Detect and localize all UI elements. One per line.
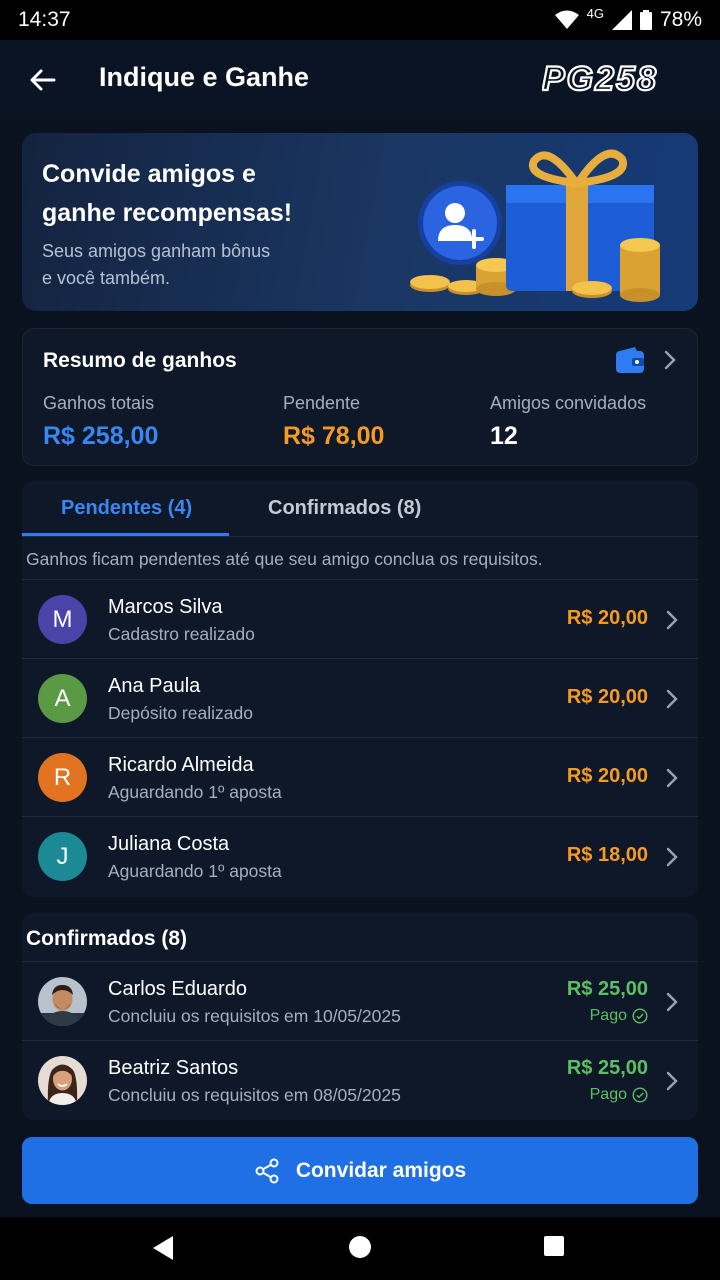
friend-status: Depósito realizado — [108, 703, 253, 723]
list-item[interactable]: J Juliana Costa Aguardando 1º aposta R$ … — [22, 816, 698, 895]
tab-confirmed[interactable]: Confirmados (8) — [268, 497, 421, 520]
referrals-panel: Pendentes (4) Confirmados (8) Ganhos fic… — [22, 481, 698, 897]
friend-status: Cadastro realizado — [108, 624, 255, 644]
avatar: J — [38, 832, 87, 881]
stat-label: Amigos convidados — [490, 393, 647, 413]
chevron-right-icon — [666, 992, 678, 1012]
friend-name: Ana Paula — [108, 675, 201, 697]
stat-value: R$ 258,00 — [43, 422, 159, 450]
list-item[interactable]: Beatriz Santos Concluiu os requisitos em… — [22, 1040, 698, 1119]
chevron-right-icon — [666, 1071, 678, 1091]
pending-info-note: Ganhos ficam pendentes até que seu amigo… — [26, 549, 543, 569]
chevron-right-icon — [666, 768, 678, 788]
share-icon — [255, 1158, 279, 1183]
brand-logo: PG258 — [542, 62, 658, 94]
summary-title: Resumo de ganhos — [43, 349, 237, 372]
invite-friends-label: Convidar amigos — [295, 1158, 467, 1182]
tab-bar: Pendentes (4) Confirmados (8) — [22, 481, 698, 537]
signal-icon — [611, 10, 632, 30]
chevron-right-icon — [666, 689, 678, 709]
invite-friends-button[interactable]: Convidar amigos — [22, 1137, 698, 1204]
hero-subtitle: Seus amigos ganham bônus e você também. — [42, 241, 271, 288]
pending-amount: R$ 20,00 — [566, 607, 648, 629]
avatar: M — [38, 595, 87, 644]
paid-label: Pago — [589, 1086, 627, 1103]
friend-status: Aguardando 1º aposta — [108, 782, 282, 802]
system-nav-bar — [0, 1217, 720, 1280]
list-item[interactable]: M Marcos Silva Cadastro realizado R$ 20,… — [22, 579, 698, 658]
confirmed-title: Confirmados (8) — [26, 927, 188, 950]
pending-list: M Marcos Silva Cadastro realizado R$ 20,… — [22, 579, 698, 895]
status-bar: 14:37 4G 78% — [0, 0, 720, 40]
hero-banner: Convide amigos e ganhe recompensas! Seus… — [22, 133, 698, 311]
wifi-icon — [554, 10, 579, 29]
network-type: 4G — [586, 5, 604, 21]
nav-recents-icon[interactable] — [543, 1235, 565, 1257]
battery-level: 78% — [659, 8, 702, 31]
pending-amount: R$ 20,00 — [566, 765, 648, 787]
nav-home-icon[interactable] — [348, 1235, 372, 1259]
brand-logo-text: PG258 — [542, 62, 658, 94]
pending-amount: R$ 18,00 — [566, 844, 648, 866]
battery-icon — [639, 10, 652, 30]
status-time: 14:37 — [18, 8, 71, 31]
earnings-summary-card[interactable]: Resumo de ganhos Ganhos totais R$ 258,00… — [22, 328, 698, 466]
confirmed-list: Carlos Eduardo Concluiu os requisitos em… — [22, 961, 698, 1119]
paid-badge: Pago — [590, 1007, 648, 1025]
friend-status: Aguardando 1º aposta — [108, 861, 282, 881]
avatar: R — [38, 753, 87, 802]
back-arrow-icon[interactable] — [26, 64, 58, 96]
friend-status: Concluiu os requisitos em 10/05/2025 — [108, 1006, 401, 1026]
avatar — [38, 1056, 87, 1105]
chevron-right-icon — [666, 610, 678, 630]
chevron-right-icon[interactable] — [663, 349, 677, 371]
gift-coins-illustration — [410, 149, 660, 302]
paid-label: Pago — [589, 1007, 627, 1024]
friend-status: Concluiu os requisitos em 08/05/2025 — [108, 1085, 401, 1105]
stat-label: Pendente — [283, 393, 361, 413]
status-icons: 4G 78% — [554, 5, 702, 32]
stat-pending: Pendente R$ 78,00 — [283, 393, 384, 451]
friend-name: Juliana Costa — [108, 833, 230, 855]
friend-name: Carlos Eduardo — [108, 978, 247, 1000]
confirmed-amount: R$ 25,00 — [566, 1057, 648, 1079]
avatar — [38, 977, 87, 1026]
friend-name: Ricardo Almeida — [108, 754, 254, 776]
paid-badge: Pago — [590, 1086, 648, 1104]
hero-title: Convide amigos e ganhe recompensas! — [42, 160, 293, 227]
friend-name: Marcos Silva — [108, 596, 223, 618]
app-bar: Indique e Ganhe PG258 — [0, 40, 720, 120]
stat-total: Ganhos totais R$ 258,00 — [43, 393, 158, 451]
pending-amount: R$ 20,00 — [566, 686, 648, 708]
confirmed-amount: R$ 25,00 — [566, 978, 648, 1000]
stat-value: R$ 78,00 — [283, 422, 385, 450]
wallet-icon — [616, 347, 644, 373]
tab-active-indicator — [22, 533, 229, 536]
page-title: Indique e Ganhe — [99, 62, 310, 92]
stat-value: 12 — [490, 422, 518, 450]
nav-back-icon[interactable] — [152, 1235, 174, 1261]
list-item[interactable]: Carlos Eduardo Concluiu os requisitos em… — [22, 961, 698, 1040]
confirmed-panel: Confirmados (8) Carlos Eduardo Concluiu … — [22, 913, 698, 1120]
stat-label: Ganhos totais — [43, 393, 155, 413]
stat-invited: Amigos convidados 12 — [490, 393, 646, 451]
avatar: A — [38, 674, 87, 723]
chevron-right-icon — [666, 847, 678, 867]
list-item[interactable]: A Ana Paula Depósito realizado R$ 20,00 — [22, 658, 698, 737]
tab-pending[interactable]: Pendentes (4) — [61, 497, 192, 520]
friend-name: Beatriz Santos — [108, 1057, 239, 1079]
check-circle-icon — [632, 1008, 648, 1024]
list-item[interactable]: R Ricardo Almeida Aguardando 1º aposta R… — [22, 737, 698, 816]
check-circle-icon — [632, 1087, 648, 1103]
